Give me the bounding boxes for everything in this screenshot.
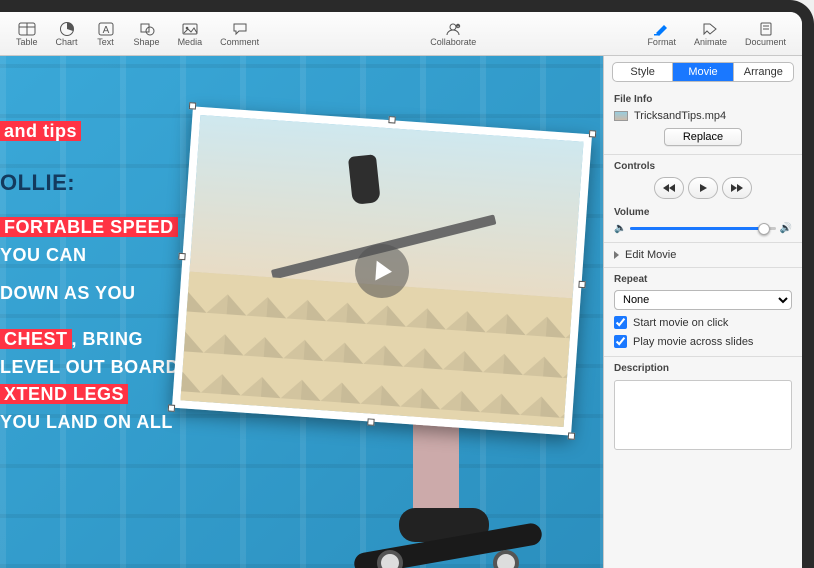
slide-text-line: , BRING xyxy=(72,329,144,349)
text-icon: A xyxy=(96,21,116,37)
toolbar-label: Table xyxy=(16,37,38,47)
tab-style[interactable]: Style xyxy=(613,63,672,81)
section-heading: Controls xyxy=(614,161,792,172)
slide-text-line: YOU LAND ON ALL xyxy=(0,409,179,437)
forward-button[interactable] xyxy=(722,177,752,199)
toolbar-label: Comment xyxy=(220,37,259,47)
animate-icon xyxy=(700,21,720,37)
resize-handle[interactable] xyxy=(367,418,374,425)
toolbar-label: Media xyxy=(178,37,203,47)
checkbox-input[interactable] xyxy=(614,335,627,348)
resize-handle[interactable] xyxy=(589,130,596,137)
section-heading: Description xyxy=(614,363,792,374)
toolbar-group-inspector: Format Animate Document xyxy=(639,19,794,49)
resize-handle[interactable] xyxy=(178,253,185,260)
toolbar-label: Text xyxy=(97,37,114,47)
toolbar-label: Document xyxy=(745,37,786,47)
section-heading: Repeat xyxy=(614,274,792,285)
volume-min-icon: 🔈 xyxy=(614,223,626,234)
toolbar-label: Collaborate xyxy=(430,37,476,47)
toolbar-collaborate-button[interactable]: +Collaborate xyxy=(422,19,484,49)
description-textarea[interactable] xyxy=(614,380,792,450)
toolbar-table-button[interactable]: Table xyxy=(8,19,46,49)
slide-text-line: DOWN AS YOU xyxy=(0,280,179,308)
media-icon xyxy=(180,21,200,37)
chart-icon xyxy=(57,21,77,37)
svg-text:A: A xyxy=(102,25,109,36)
resize-handle[interactable] xyxy=(578,281,585,288)
table-icon xyxy=(17,21,37,37)
inspector-tabs: Style Movie Arrange xyxy=(612,62,794,82)
toolbar-text-button[interactable]: AText xyxy=(88,19,124,49)
toolbar: Table Chart AText Shape Media Comment +C… xyxy=(0,12,802,56)
toolbar-shape-button[interactable]: Shape xyxy=(126,19,168,49)
toolbar-label: Chart xyxy=(56,37,78,47)
checkbox-input[interactable] xyxy=(614,316,627,329)
slide-text-highlight: CHEST xyxy=(0,329,72,349)
file-thumbnail-icon xyxy=(614,111,628,121)
tab-movie[interactable]: Movie xyxy=(672,63,732,81)
format-icon xyxy=(652,21,672,37)
volume-slider-knob[interactable] xyxy=(758,223,770,235)
checkbox-label: Play movie across slides xyxy=(633,336,753,348)
resize-handle[interactable] xyxy=(189,102,196,109)
toolbar-comment-button[interactable]: Comment xyxy=(212,19,267,49)
slide-text-highlight: FORTABLE SPEED xyxy=(0,217,178,237)
toolbar-group-share: +Collaborate xyxy=(422,19,484,49)
toolbar-label: Animate xyxy=(694,37,727,47)
chevron-right-icon xyxy=(614,251,619,259)
toolbar-animate-button[interactable]: Animate xyxy=(686,19,735,49)
toolbar-media-button[interactable]: Media xyxy=(170,19,211,49)
start-on-click-checkbox[interactable]: Start movie on click xyxy=(614,316,792,329)
slide-text-line: YOU CAN xyxy=(0,242,179,270)
disclosure-label: Edit Movie xyxy=(625,249,676,261)
toolbar-document-button[interactable]: Document xyxy=(737,19,794,49)
format-inspector: Style Movie Arrange File Info TricksandT… xyxy=(603,56,802,568)
slide-text-block: and tips OLLIE: FORTABLE SPEED YOU CAN D… xyxy=(0,118,179,437)
tab-arrange[interactable]: Arrange xyxy=(733,63,793,81)
toolbar-format-button[interactable]: Format xyxy=(639,19,684,49)
toolbar-group-insert: Table Chart AText Shape Media Comment xyxy=(8,19,267,49)
resize-handle[interactable] xyxy=(388,116,395,123)
toolbar-chart-button[interactable]: Chart xyxy=(48,19,86,49)
file-name-label: TricksandTips.mp4 xyxy=(634,110,726,122)
play-across-slides-checkbox[interactable]: Play movie across slides xyxy=(614,335,792,348)
replace-button[interactable]: Replace xyxy=(664,128,742,146)
slide-title: OLLIE: xyxy=(0,166,179,200)
section-heading: Volume xyxy=(614,207,792,218)
file-info-section: File Info TricksandTips.mp4 Replace xyxy=(604,88,802,155)
shape-icon xyxy=(137,21,157,37)
controls-section: Controls Volume 🔈 🔊 xyxy=(604,155,802,243)
toolbar-label: Format xyxy=(647,37,676,47)
resize-handle[interactable] xyxy=(168,404,175,411)
rewind-button[interactable] xyxy=(654,177,684,199)
slide-text-line: LEVEL OUT BOARD xyxy=(0,354,179,382)
resize-handle[interactable] xyxy=(568,432,575,439)
edit-movie-disclosure[interactable]: Edit Movie xyxy=(604,243,802,268)
collaborate-icon: + xyxy=(443,21,463,37)
slide-text-highlight: and tips xyxy=(0,121,81,141)
slide-text-highlight: XTEND LEGS xyxy=(0,384,128,404)
play-button[interactable] xyxy=(688,177,718,199)
checkbox-label: Start movie on click xyxy=(633,317,728,329)
repeat-select[interactable]: None xyxy=(614,290,792,310)
selected-video-object[interactable] xyxy=(172,106,592,435)
volume-slider[interactable] xyxy=(630,227,775,230)
volume-max-icon: 🔊 xyxy=(780,223,792,234)
repeat-section: Repeat None Start movie on click Play mo… xyxy=(604,268,802,357)
toolbar-label: Shape xyxy=(134,37,160,47)
section-heading: File Info xyxy=(614,94,792,105)
document-icon xyxy=(756,21,776,37)
comment-icon xyxy=(230,21,250,37)
slide-canvas[interactable]: and tips OLLIE: FORTABLE SPEED YOU CAN D… xyxy=(0,56,603,568)
